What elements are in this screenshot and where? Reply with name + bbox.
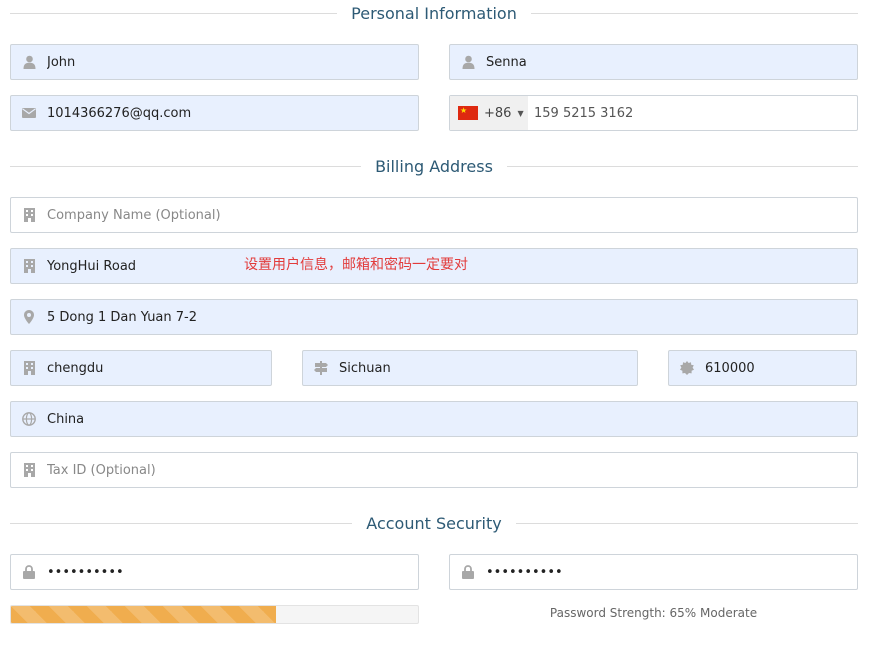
building-icon bbox=[11, 351, 47, 385]
section-title-personal: Personal Information bbox=[337, 4, 531, 23]
phone-number-value: 159 5215 3162 bbox=[534, 105, 634, 121]
email-field[interactable]: 1014366276@qq.com bbox=[10, 95, 419, 131]
user-icon bbox=[450, 45, 486, 79]
state-value: Sichuan bbox=[339, 360, 391, 376]
address-line2-value: 5 Dong 1 Dan Yuan 7-2 bbox=[47, 309, 198, 325]
globe-icon bbox=[11, 402, 47, 436]
envelope-icon bbox=[11, 96, 47, 130]
city-field[interactable]: chengdu bbox=[10, 350, 272, 386]
address-line2-field[interactable]: 5 Dong 1 Dan Yuan 7-2 bbox=[10, 299, 858, 335]
building-icon bbox=[11, 453, 47, 487]
china-flag-icon: ★ bbox=[458, 106, 478, 120]
caret-down-icon: ▼ bbox=[517, 108, 524, 118]
confirm-password-value: •••••••••• bbox=[486, 564, 563, 580]
lock-icon bbox=[11, 555, 47, 589]
zip-field[interactable]: 610000 bbox=[668, 350, 857, 386]
state-field[interactable]: Sichuan bbox=[302, 350, 638, 386]
building-icon bbox=[11, 198, 47, 232]
company-name-placeholder: Company Name (Optional) bbox=[47, 207, 221, 223]
password-field[interactable]: •••••••••• bbox=[10, 554, 419, 590]
section-personal-information: Personal Information bbox=[10, 4, 858, 24]
city-value: chengdu bbox=[47, 360, 104, 376]
country-code-value: +86 bbox=[484, 105, 512, 121]
section-title-security: Account Security bbox=[352, 514, 516, 533]
first-name-field[interactable]: John bbox=[10, 44, 419, 80]
password-value: •••••••••• bbox=[47, 564, 124, 580]
country-code-dropdown[interactable]: ★ +86 ▼ bbox=[450, 96, 528, 130]
annotation-note: 设置用户信息，邮箱和密码一定要对 bbox=[244, 257, 468, 273]
password-strength-bar bbox=[10, 605, 419, 624]
confirm-password-field[interactable]: •••••••••• bbox=[449, 554, 858, 590]
phone-field[interactable]: ★ +86 ▼ 159 5215 3162 bbox=[449, 95, 858, 131]
password-strength-text: Password Strength: 65% Moderate bbox=[549, 606, 758, 620]
password-strength-fill bbox=[11, 606, 276, 623]
section-title-billing: Billing Address bbox=[361, 157, 507, 176]
section-account-security: Account Security bbox=[10, 514, 858, 534]
certificate-icon bbox=[669, 351, 705, 385]
tax-id-placeholder: Tax ID (Optional) bbox=[47, 462, 156, 478]
last-name-field[interactable]: Senna bbox=[449, 44, 858, 80]
map-marker-icon bbox=[11, 300, 47, 334]
zip-value: 610000 bbox=[705, 360, 755, 376]
email-value: 1014366276@qq.com bbox=[47, 105, 192, 121]
signpost-icon bbox=[303, 351, 339, 385]
section-billing-address: Billing Address bbox=[10, 157, 858, 177]
building-icon bbox=[11, 249, 47, 283]
first-name-value: John bbox=[47, 54, 76, 70]
tax-id-field[interactable]: Tax ID (Optional) bbox=[10, 452, 858, 488]
company-name-field[interactable]: Company Name (Optional) bbox=[10, 197, 858, 233]
country-value: China bbox=[47, 411, 85, 427]
lock-icon bbox=[450, 555, 486, 589]
last-name-value: Senna bbox=[486, 54, 527, 70]
user-icon bbox=[11, 45, 47, 79]
country-field[interactable]: China bbox=[10, 401, 858, 437]
